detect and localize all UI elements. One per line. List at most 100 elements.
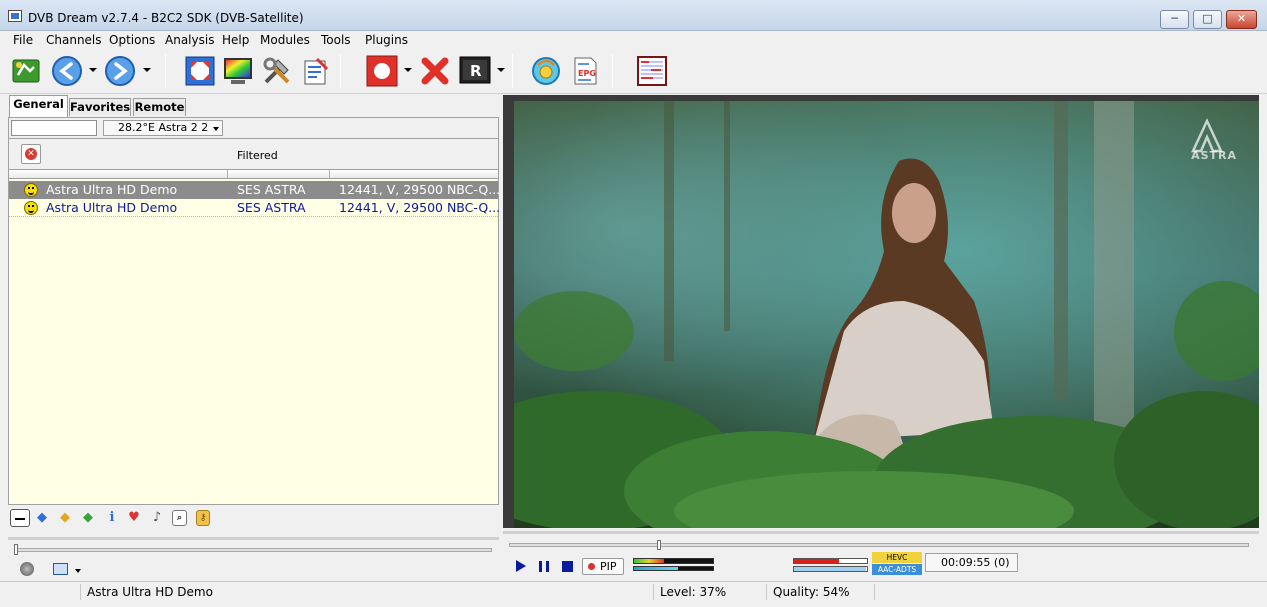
svg-text:R: R (470, 62, 482, 80)
back-icon[interactable] (51, 55, 83, 87)
scheduler-icon[interactable] (299, 55, 331, 87)
menu-help[interactable]: Help (222, 33, 249, 47)
chevron-down-icon[interactable] (213, 127, 219, 131)
seek-thumb[interactable] (657, 540, 661, 550)
maximize-button[interactable]: □ (1193, 10, 1222, 29)
toolbar-separator (612, 54, 613, 88)
fullscreen-icon[interactable] (184, 55, 216, 87)
collapse-icon[interactable] (10, 509, 30, 527)
timeshift-dropdown-icon[interactable] (497, 68, 505, 72)
pip-button[interactable]: PIP (582, 558, 624, 575)
tab-general[interactable]: General (9, 95, 68, 117)
signal-level-meter (793, 558, 868, 564)
toolbar-separator (340, 54, 341, 88)
astra-logo-text: ASTRA (1191, 149, 1237, 162)
open-channels-icon[interactable] (10, 55, 42, 87)
filter-row: 28.2°E Astra 2 2 (8, 117, 499, 139)
channel-row[interactable]: Astra Ultra HD Demo SES ASTRA 12441, V, … (9, 181, 499, 199)
record-dropdown-icon[interactable] (404, 68, 412, 72)
player-controls: PIP HEVC AAC-ADTS 00:09:55 (0) (503, 531, 1259, 580)
minimize-button[interactable]: ─ (1160, 10, 1189, 29)
seek-bar[interactable] (509, 543, 1249, 547)
diamond-blue-icon[interactable]: ◆ (34, 510, 50, 526)
menu-plugins[interactable]: Plugins (365, 33, 408, 47)
clear-icon: ✕ (25, 148, 37, 160)
key-icon[interactable]: ⚷ (196, 510, 210, 526)
chevron-down-icon[interactable] (75, 569, 81, 573)
filter-bar: ✕ Filtered (8, 139, 499, 169)
audio-level-meter (633, 558, 714, 564)
signal-quality-fill (794, 567, 866, 571)
menu-tools[interactable]: Tools (321, 33, 351, 47)
satellite-select[interactable]: 28.2°E Astra 2 2 (103, 120, 223, 136)
stop-record-icon[interactable] (419, 55, 451, 87)
signal-quality-meter (793, 566, 868, 572)
menu-file[interactable]: File (13, 33, 33, 47)
status-channel: Astra Ultra HD Demo (80, 584, 652, 600)
menu-analysis[interactable]: Analysis (165, 33, 214, 47)
channel-info: 12441, V, 29500 NBC-Q... (339, 182, 499, 197)
forward-icon[interactable] (104, 55, 136, 87)
stop-button[interactable] (562, 561, 573, 572)
svg-text:EPG: EPG (578, 69, 596, 78)
record-icon[interactable] (366, 55, 398, 87)
status-bar: Astra Ultra HD Demo Level: 37% Quality: … (0, 581, 1267, 601)
status-quality: Quality: 54% (766, 584, 874, 600)
channel-provider: SES ASTRA (237, 182, 306, 197)
window-title: DVB Dream v2.7.4 - B2C2 SDK (DVB-Satelli… (28, 11, 304, 25)
back-dropdown-icon[interactable] (89, 68, 97, 72)
menu-bar: File Channels Options Analysis Help Modu… (0, 31, 1267, 50)
title-bar: DVB Dream v2.7.4 - B2C2 SDK (DVB-Satelli… (0, 0, 1267, 31)
forward-dropdown-icon[interactable] (143, 68, 151, 72)
video-codec-badge: HEVC (872, 552, 922, 563)
list-tools: ◆ ◆ ◆ i ♥ ♪ ⌕ ⚷ (8, 507, 499, 529)
channel-tabs: General Favorites Remote (8, 95, 499, 117)
settings-tools-icon[interactable] (261, 55, 293, 87)
epg-icon[interactable]: EPG (569, 55, 601, 87)
channel-provider: SES ASTRA (237, 200, 306, 215)
toolbar-separator (512, 54, 513, 88)
timeshift-icon[interactable]: R (459, 55, 491, 87)
audio-level-fill (634, 567, 678, 570)
audio-codec-badge: AAC-ADTS (872, 564, 922, 575)
menu-options[interactable]: Options (109, 33, 155, 47)
window-mode-icon[interactable] (53, 563, 68, 575)
channel-status-icon (24, 201, 38, 215)
diamond-green-icon[interactable]: ◆ (80, 510, 96, 526)
channel-status-icon (24, 183, 38, 197)
mini-seek-thumb[interactable] (14, 544, 18, 555)
signal-level-fill (794, 559, 839, 563)
status-level: Level: 37% (653, 584, 766, 600)
clear-filter-button[interactable]: ✕ (21, 144, 41, 164)
search-icon[interactable]: ⌕ (172, 510, 187, 526)
status-panel-empty (8, 584, 80, 600)
info-icon[interactable]: i (104, 510, 120, 526)
pause-button[interactable] (539, 561, 549, 572)
volume-knob-icon[interactable] (20, 562, 34, 576)
favorite-icon[interactable]: ♥ (126, 510, 142, 526)
tv-monitor-icon[interactable] (222, 55, 254, 87)
audio-icon[interactable]: ♪ (149, 510, 165, 526)
play-button[interactable] (516, 560, 526, 572)
channel-row[interactable]: Astra Ultra HD Demo SES ASTRA 12441, V, … (9, 199, 499, 217)
tab-remote[interactable]: Remote (133, 98, 186, 116)
channel-list: Astra Ultra HD Demo SES ASTRA 12441, V, … (8, 179, 499, 505)
mini-seek-bar[interactable] (16, 548, 492, 552)
status-panel-empty (874, 584, 1259, 600)
audio-level-meter (633, 566, 714, 571)
close-button[interactable]: ✕ (1226, 10, 1257, 29)
mini-panel (8, 537, 499, 580)
app-icon (8, 10, 22, 22)
channel-search-input[interactable] (11, 120, 97, 136)
video-frame: ASTRA (503, 95, 1259, 528)
video-display[interactable] (514, 101, 1259, 528)
satellite-signal-icon[interactable] (530, 55, 562, 87)
pip-label: PIP (600, 560, 617, 573)
diamond-orange-icon[interactable]: ◆ (57, 510, 73, 526)
tab-favorites[interactable]: Favorites (69, 98, 131, 116)
channel-name: Astra Ultra HD Demo (46, 200, 178, 215)
teletext-icon[interactable] (636, 55, 668, 87)
filtered-label: Filtered (237, 149, 278, 162)
menu-channels[interactable]: Channels (46, 33, 102, 47)
menu-modules[interactable]: Modules (260, 33, 310, 47)
